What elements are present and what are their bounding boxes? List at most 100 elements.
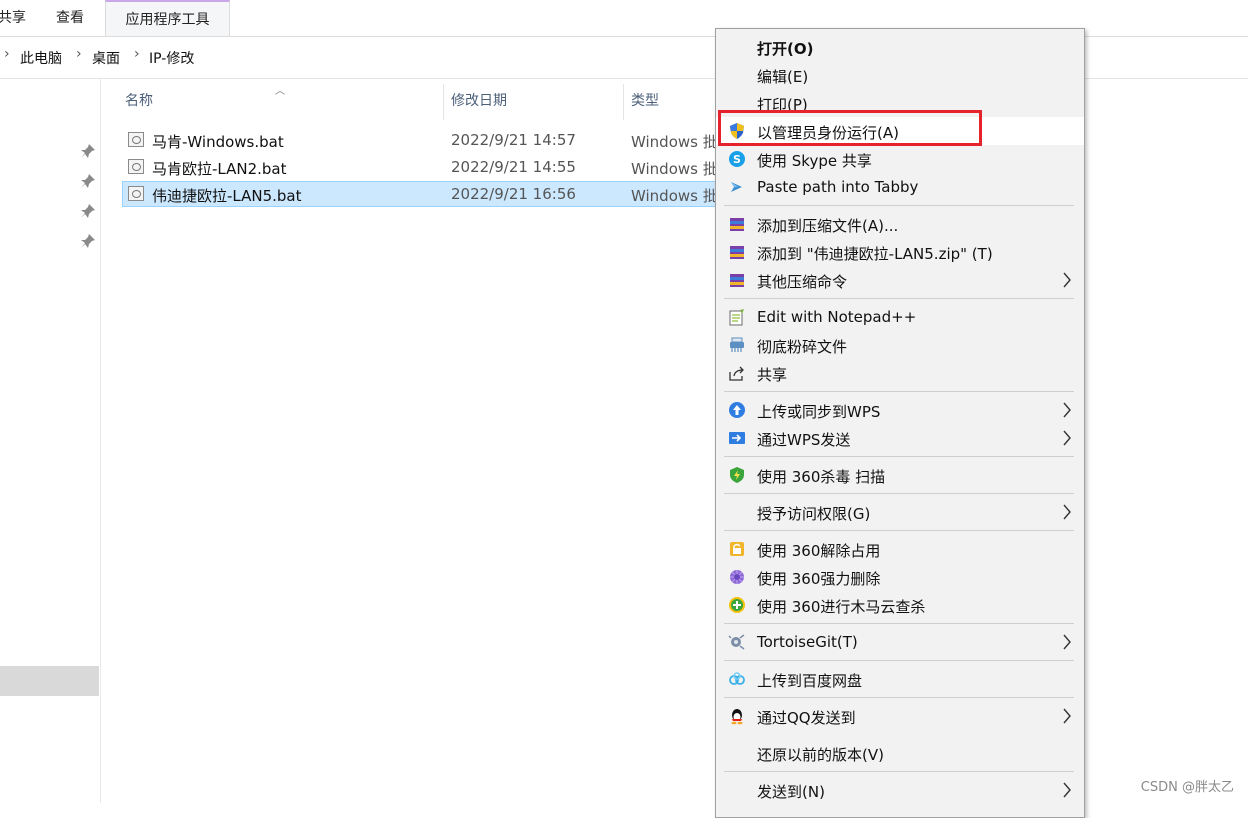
breadcrumb-this-pc[interactable]: 此电脑 — [20, 48, 62, 68]
360-antivirus-icon — [730, 467, 744, 483]
nav-selected-item[interactable] — [0, 666, 99, 696]
winrar-icon — [730, 246, 744, 259]
menu-separator — [724, 456, 1074, 457]
bat-file-icon — [128, 159, 144, 174]
highlight-box — [718, 110, 982, 146]
menu-item-label: 使用 360杀毒 扫描 — [757, 468, 886, 486]
navigation-pane[interactable] — [0, 79, 101, 803]
360-trojan-icon — [729, 597, 745, 613]
svg-text:S: S — [733, 153, 741, 166]
chevron-right-icon — [1063, 708, 1071, 724]
menu-item-label: Edit with Notepad++ — [757, 308, 917, 326]
menu-item-add-archive[interactable]: 添加到压缩文件(A)... — [716, 210, 1084, 238]
pin-icon[interactable] — [80, 173, 96, 189]
file-type: Windows 批 — [631, 187, 718, 205]
chevron-right-icon — [1063, 430, 1071, 446]
breadcrumb-ip-folder[interactable]: IP-修改 — [149, 48, 194, 68]
menu-item-other-compress[interactable]: 其他压缩命令 — [716, 266, 1084, 294]
share-icon — [729, 366, 744, 381]
chevron-right-icon — [1063, 272, 1071, 288]
menu-item-send-to[interactable]: 发送到(N) — [716, 776, 1084, 804]
360-unlock-icon — [730, 542, 744, 556]
file-row[interactable]: 马肯欧拉-LAN2.bat 2022/9/21 14:55 Windows 批 — [122, 154, 722, 180]
menu-item-tabby[interactable]: Paste path into Tabby — [716, 173, 1084, 201]
menu-item-open[interactable]: 打开(O) — [716, 33, 1084, 61]
shredder-icon — [730, 337, 744, 352]
column-header-date[interactable]: 修改日期 — [451, 90, 507, 110]
menu-item-label: 打开(O) — [757, 40, 814, 58]
menu-separator — [724, 623, 1074, 624]
menu-item-label: 使用 360进行木马云查杀 — [757, 598, 926, 616]
pin-icon[interactable] — [80, 143, 96, 159]
menu-item-label: 还原以前的版本(V) — [757, 746, 884, 764]
menu-item-360-scan[interactable]: 使用 360杀毒 扫描 — [716, 461, 1084, 489]
file-type: Windows 批 — [631, 160, 718, 178]
menu-item-baidu-netdisk[interactable]: 上传到百度网盘 — [716, 665, 1084, 693]
menu-item-360-unlock[interactable]: 使用 360解除占用 — [716, 535, 1084, 563]
file-name: 马肯-Windows.bat — [152, 133, 284, 151]
menu-item-share[interactable]: 共享 — [716, 359, 1084, 387]
menu-item-wps-upload[interactable]: 上传或同步到WPS — [716, 396, 1084, 424]
breadcrumb-desktop[interactable]: 桌面 — [92, 48, 120, 68]
menu-item-grant-access[interactable]: 授予访问权限(G) — [716, 498, 1084, 526]
chevron-right-icon: › — [4, 46, 10, 62]
chevron-right-icon — [1063, 402, 1071, 418]
baidu-netdisk-icon — [729, 672, 745, 685]
menu-separator — [724, 493, 1074, 494]
file-type: Windows 批 — [631, 133, 718, 151]
column-divider[interactable] — [623, 84, 624, 120]
context-menu[interactable]: 打开(O) 编辑(E) 打印(P) 以管理员身份运行(A) S 使用 Skype… — [715, 28, 1085, 818]
sort-up-icon: ︿ — [275, 86, 285, 97]
menu-item-skype-share[interactable]: S 使用 Skype 共享 — [716, 145, 1084, 173]
menu-item-360-delete[interactable]: 使用 360强力删除 — [716, 563, 1084, 591]
menu-item-tortoisegit[interactable]: TortoiseGit(T) — [716, 628, 1084, 656]
menu-separator — [724, 530, 1074, 531]
menu-item-label: 编辑(E) — [757, 68, 809, 86]
chevron-right-icon — [1063, 782, 1071, 798]
bat-file-icon — [128, 186, 144, 201]
skype-icon: S — [729, 151, 745, 167]
menu-item-wps-send[interactable]: 通过WPS发送 — [716, 424, 1084, 452]
chevron-right-icon — [1063, 504, 1071, 520]
menu-item-edit[interactable]: 编辑(E) — [716, 61, 1084, 89]
file-row-selected[interactable]: 伟迪捷欧拉-LAN5.bat 2022/9/21 16:56 Windows 批 — [122, 181, 722, 207]
menu-item-label: 授予访问权限(G) — [757, 505, 871, 523]
menu-item-label: 使用 360强力删除 — [757, 570, 881, 588]
menu-item-label: TortoiseGit(T) — [757, 633, 858, 651]
menu-item-label: 其他压缩命令 — [757, 273, 848, 291]
tab-app-tools[interactable]: 应用程序工具 — [105, 0, 230, 36]
column-divider[interactable] — [443, 84, 444, 120]
menu-item-restore-versions[interactable]: 还原以前的版本(V) — [716, 739, 1084, 767]
tabby-icon — [731, 182, 742, 192]
menu-separator — [724, 391, 1074, 392]
tortoisegit-icon — [728, 634, 745, 650]
winrar-icon — [730, 274, 744, 287]
wps-send-icon — [729, 432, 745, 444]
menu-item-shred[interactable]: 彻底粉碎文件 — [716, 331, 1084, 359]
file-date: 2022/9/21 16:56 — [451, 185, 576, 203]
file-row[interactable]: 马肯-Windows.bat 2022/9/21 14:57 Windows 批 — [122, 127, 722, 153]
menu-item-360-trojan[interactable]: 使用 360进行木马云查杀 — [716, 591, 1084, 619]
watermark: CSDN @胖太乙 — [1140, 780, 1234, 795]
menu-separator — [724, 205, 1074, 206]
file-date: 2022/9/21 14:57 — [451, 131, 576, 149]
menu-item-label: 添加到 "伟迪捷欧拉-LAN5.zip" (T) — [757, 245, 993, 263]
pin-icon[interactable] — [80, 203, 96, 219]
menu-item-label: 添加到压缩文件(A)... — [757, 217, 899, 235]
tab-share[interactable]: 共享 — [0, 0, 32, 36]
menu-item-qq-send[interactable]: 通过QQ发送到 — [716, 702, 1084, 730]
tab-view[interactable]: 查看 — [42, 0, 98, 36]
menu-item-label: 上传或同步到WPS — [757, 403, 881, 421]
chevron-right-icon: › — [134, 46, 140, 62]
menu-item-notepadpp[interactable]: Edit with Notepad++ — [716, 303, 1084, 331]
menu-item-label: 通过QQ发送到 — [757, 709, 856, 727]
column-header-name[interactable]: 名称 — [125, 90, 153, 110]
menu-item-label: Paste path into Tabby — [757, 178, 919, 196]
menu-item-label: 使用 Skype 共享 — [757, 152, 872, 170]
pin-icon[interactable] — [80, 233, 96, 249]
menu-item-add-zip[interactable]: 添加到 "伟迪捷欧拉-LAN5.zip" (T) — [716, 238, 1084, 266]
menu-separator — [724, 660, 1074, 661]
qq-icon — [731, 709, 743, 725]
column-header-type[interactable]: 类型 — [631, 90, 659, 110]
file-name: 马肯欧拉-LAN2.bat — [152, 160, 287, 178]
